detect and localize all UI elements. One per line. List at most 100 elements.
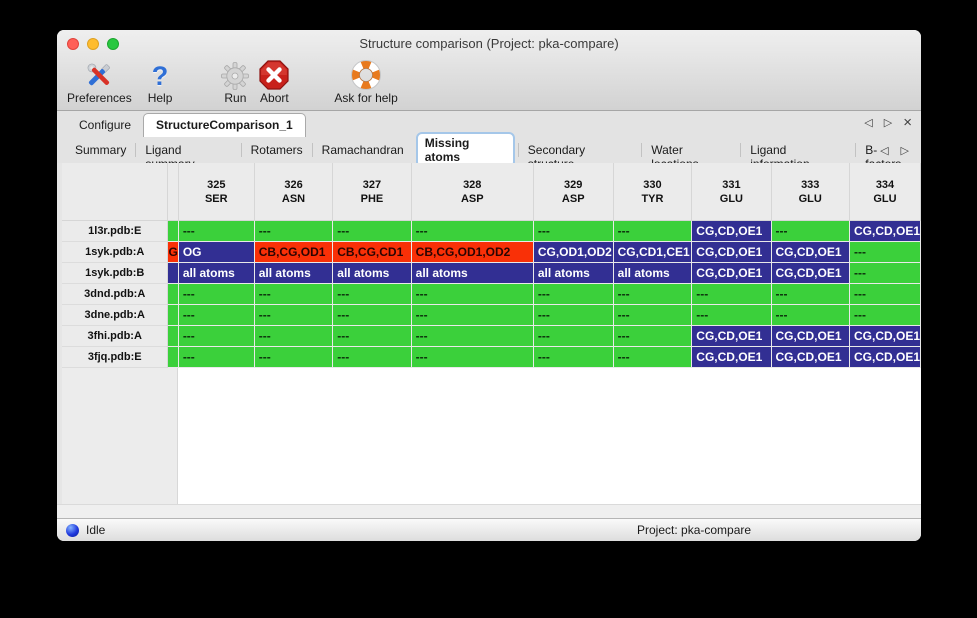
cell-1syk.pdb:A-334[interactable]: --- [850,242,921,263]
cell-3dne.pdb:A-327[interactable]: --- [333,305,411,326]
cell-3fhi.pdb:A-333[interactable]: CG,CD,OE1 [772,326,850,347]
cell-3fjq.pdb:E-326[interactable]: --- [255,347,334,368]
subtab-scroll-right-icon[interactable]: ▷ [901,144,909,157]
tab-close-icon[interactable]: × [903,117,912,128]
cell-3fhi.pdb:A-327[interactable]: --- [333,326,411,347]
cell-3fjq.pdb:E-328[interactable]: --- [412,347,534,368]
tab-structurecomparison-1[interactable]: StructureComparison_1 [143,113,306,137]
column-header-334[interactable]: 334GLU [850,163,921,221]
cell-3dne.pdb:A-330[interactable]: --- [614,305,693,326]
clipped-lead-cell[interactable] [168,305,178,326]
tab-scroll-right-icon[interactable]: ▷ [884,116,892,129]
cell-1l3r.pdb:E-327[interactable]: --- [333,221,411,242]
preferences-button[interactable]: Preferences [67,58,132,106]
subtab-secondary-structure[interactable]: Secondary structure [518,143,641,157]
cell-3fhi.pdb:A-330[interactable]: --- [614,326,693,347]
cell-3dne.pdb:A-329[interactable]: --- [534,305,614,326]
row-label[interactable]: 3fjq.pdb:E [62,347,168,368]
cell-3dne.pdb:A-331[interactable]: --- [692,305,771,326]
horizontal-scrollbar-track[interactable] [57,504,921,518]
cell-3dne.pdb:A-325[interactable]: --- [179,305,255,326]
row-label[interactable]: 1l3r.pdb:E [62,221,168,242]
cell-3dnd.pdb:A-328[interactable]: --- [412,284,534,305]
cell-3dnd.pdb:A-333[interactable]: --- [772,284,850,305]
cell-3fjq.pdb:E-331[interactable]: CG,CD,OE1 [692,347,771,368]
clipped-lead-cell[interactable] [168,263,178,284]
subtab-summary[interactable]: Summary [66,143,135,157]
cell-1l3r.pdb:E-333[interactable]: --- [772,221,850,242]
cell-3fjq.pdb:E-327[interactable]: --- [333,347,411,368]
zoom-window-button[interactable] [107,38,119,50]
cell-1syk.pdb:B-330[interactable]: all atoms [614,263,693,284]
clipped-lead-cell[interactable] [168,326,178,347]
cell-1l3r.pdb:E-329[interactable]: --- [534,221,614,242]
cell-1syk.pdb:A-328[interactable]: CB,CG,OD1,OD2 [412,242,534,263]
minimize-window-button[interactable] [87,38,99,50]
table-viewport[interactable]: 325SER326ASN327PHE328ASP329ASP330TYR331G… [62,163,921,504]
cell-3dne.pdb:A-333[interactable]: --- [772,305,850,326]
cell-3dnd.pdb:A-331[interactable]: --- [692,284,771,305]
subtab-scroll-left-icon[interactable]: ◁ [880,144,888,157]
cell-1syk.pdb:B-326[interactable]: all atoms [255,263,334,284]
cell-1l3r.pdb:E-328[interactable]: --- [412,221,534,242]
cell-3dne.pdb:A-334[interactable]: --- [850,305,921,326]
column-header-326[interactable]: 326ASN [255,163,334,221]
column-header-328[interactable]: 328ASP [412,163,534,221]
row-label[interactable]: 1syk.pdb:B [62,263,168,284]
subtab-ligand-summary[interactable]: Ligand summary [135,143,240,157]
cell-1syk.pdb:A-326[interactable]: CB,CG,OD1 [255,242,334,263]
cell-3fjq.pdb:E-329[interactable]: --- [534,347,614,368]
subtab-ramachandran[interactable]: Ramachandran [312,143,413,157]
cell-3fjq.pdb:E-333[interactable]: CG,CD,OE1 [772,347,850,368]
cell-1syk.pdb:A-331[interactable]: CG,CD,OE1 [692,242,771,263]
column-header-325[interactable]: 325SER [179,163,255,221]
cell-1syk.pdb:B-328[interactable]: all atoms [412,263,534,284]
column-header-327[interactable]: 327PHE [333,163,411,221]
row-label[interactable]: 1syk.pdb:A [62,242,168,263]
cell-3fhi.pdb:A-334[interactable]: CG,CD,OE1 [850,326,921,347]
column-header-331[interactable]: 331GLU [692,163,771,221]
cell-1syk.pdb:B-333[interactable]: CG,CD,OE1 [772,263,850,284]
cell-1syk.pdb:A-330[interactable]: CG,CD1,CE1 [614,242,693,263]
clipped-lead-cell[interactable] [168,284,178,305]
cell-1syk.pdb:A-327[interactable]: CB,CG,CD1 [333,242,411,263]
tab-scroll-left-icon[interactable]: ◁ [864,116,872,129]
clipped-lead-cell[interactable] [168,221,178,242]
clipped-lead-cell[interactable]: G [168,242,178,263]
cell-1syk.pdb:B-331[interactable]: CG,CD,OE1 [692,263,771,284]
column-header-330[interactable]: 330TYR [614,163,693,221]
tab-configure[interactable]: Configure [67,114,143,137]
cell-3dnd.pdb:A-330[interactable]: --- [614,284,693,305]
cell-3dne.pdb:A-326[interactable]: --- [255,305,334,326]
row-label[interactable]: 3dnd.pdb:A [62,284,168,305]
cell-3fjq.pdb:E-334[interactable]: CG,CD,OE1 [850,347,921,368]
subtab-water-locations[interactable]: Water locations [641,143,740,157]
cell-3fhi.pdb:A-331[interactable]: CG,CD,OE1 [692,326,771,347]
cell-1syk.pdb:B-325[interactable]: all atoms [179,263,255,284]
cell-3fhi.pdb:A-326[interactable]: --- [255,326,334,347]
cell-3dne.pdb:A-328[interactable]: --- [412,305,534,326]
cell-3fhi.pdb:A-328[interactable]: --- [412,326,534,347]
close-window-button[interactable] [67,38,79,50]
cell-1syk.pdb:A-325[interactable]: OG [179,242,255,263]
row-label[interactable]: 3fhi.pdb:A [62,326,168,347]
cell-1l3r.pdb:E-331[interactable]: CG,CD,OE1 [692,221,771,242]
row-label[interactable]: 3dne.pdb:A [62,305,168,326]
cell-3dnd.pdb:A-325[interactable]: --- [179,284,255,305]
cell-3dnd.pdb:A-326[interactable]: --- [255,284,334,305]
run-button[interactable]: Run [220,58,250,106]
cell-3dnd.pdb:A-327[interactable]: --- [333,284,411,305]
subtab-ligand-information[interactable]: Ligand information [740,143,855,157]
cell-1l3r.pdb:E-326[interactable]: --- [255,221,334,242]
abort-button[interactable]: Abort [258,58,290,106]
cell-3dnd.pdb:A-334[interactable]: --- [850,284,921,305]
cell-3fjq.pdb:E-325[interactable]: --- [179,347,255,368]
subtab-rotamers[interactable]: Rotamers [241,143,312,157]
cell-3fjq.pdb:E-330[interactable]: --- [614,347,693,368]
cell-1syk.pdb:B-334[interactable]: --- [850,263,921,284]
cell-1l3r.pdb:E-330[interactable]: --- [614,221,693,242]
cell-1syk.pdb:A-329[interactable]: CG,OD1,OD2 [534,242,614,263]
cell-1syk.pdb:B-329[interactable]: all atoms [534,263,614,284]
cell-1syk.pdb:A-333[interactable]: CG,CD,OE1 [772,242,850,263]
cell-1syk.pdb:B-327[interactable]: all atoms [333,263,411,284]
